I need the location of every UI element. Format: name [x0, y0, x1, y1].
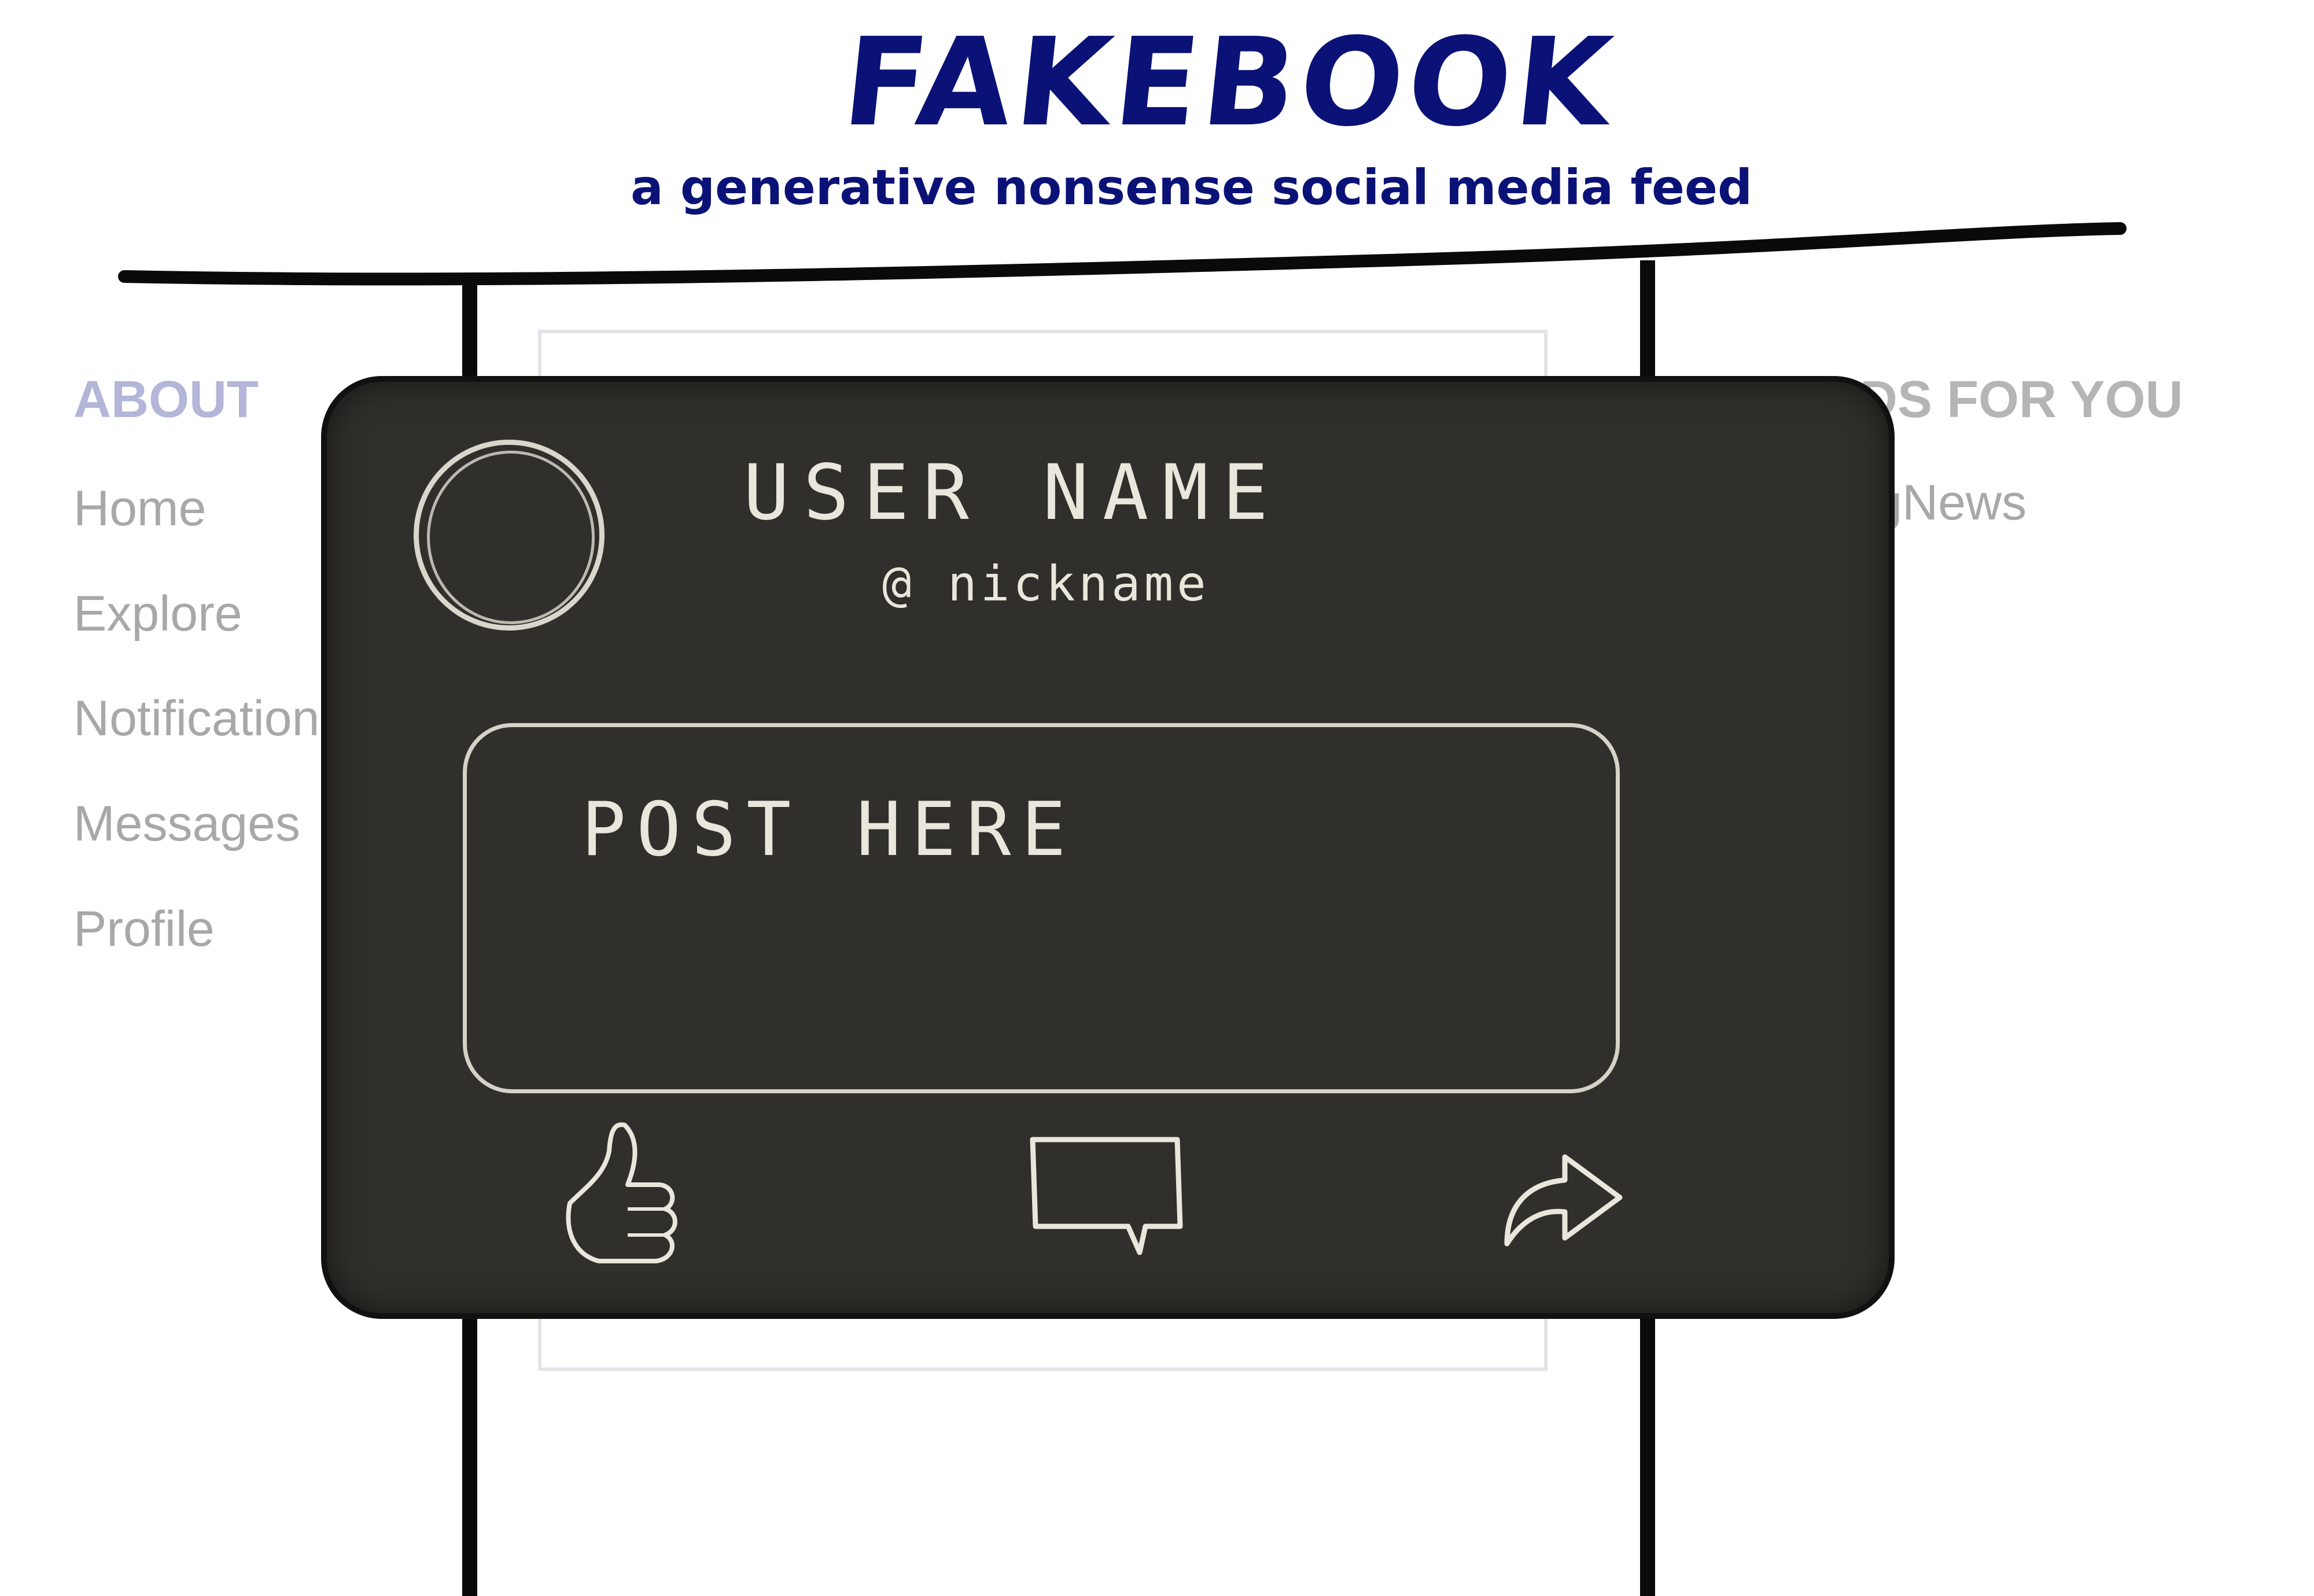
avatar[interactable] — [414, 440, 605, 631]
post-nickname[interactable]: @ nickname — [882, 555, 1210, 612]
comment-icon[interactable] — [1021, 1128, 1195, 1261]
post-user-name[interactable]: USER NAME — [743, 448, 1282, 537]
share-icon[interactable] — [1495, 1128, 1634, 1255]
post-content-box — [463, 723, 1620, 1093]
post-mockup-card: USER NAME @ nickname POST HERE — [327, 382, 1889, 1313]
post-text: POST HERE — [581, 787, 1077, 873]
thumbs-up-icon[interactable] — [558, 1116, 697, 1267]
